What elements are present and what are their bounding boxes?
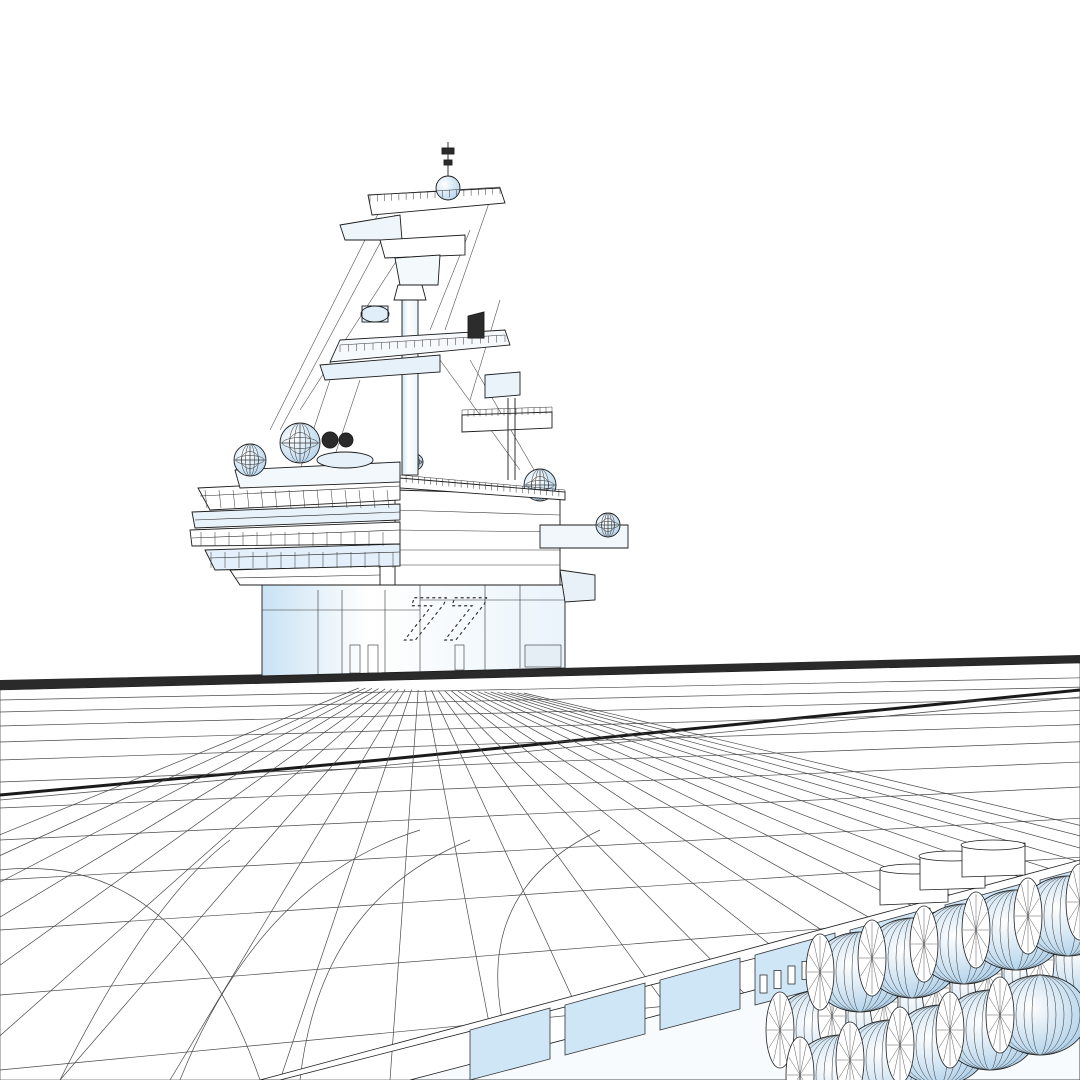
- life-raft: [985, 974, 1080, 1056]
- radar-dome-left: [233, 443, 267, 477]
- radar-screen: [484, 371, 521, 399]
- railing-post: [787, 965, 796, 985]
- radar-dome-small: [321, 431, 339, 449]
- wireframe-scene: 77: [0, 142, 1080, 1080]
- sensor-dish: [316, 451, 374, 469]
- island-superstructure: 77: [189, 142, 629, 677]
- island-middle-block: [394, 489, 561, 586]
- hull-number: 77: [398, 586, 489, 654]
- radar-dome-center: [279, 422, 321, 464]
- mast-top-dome: [435, 175, 461, 201]
- radar-array-right: [467, 311, 485, 339]
- radar-dome-sponson: [595, 512, 621, 538]
- railing-post: [773, 970, 782, 989]
- main-mast: [401, 284, 419, 476]
- railing-post: [759, 974, 768, 994]
